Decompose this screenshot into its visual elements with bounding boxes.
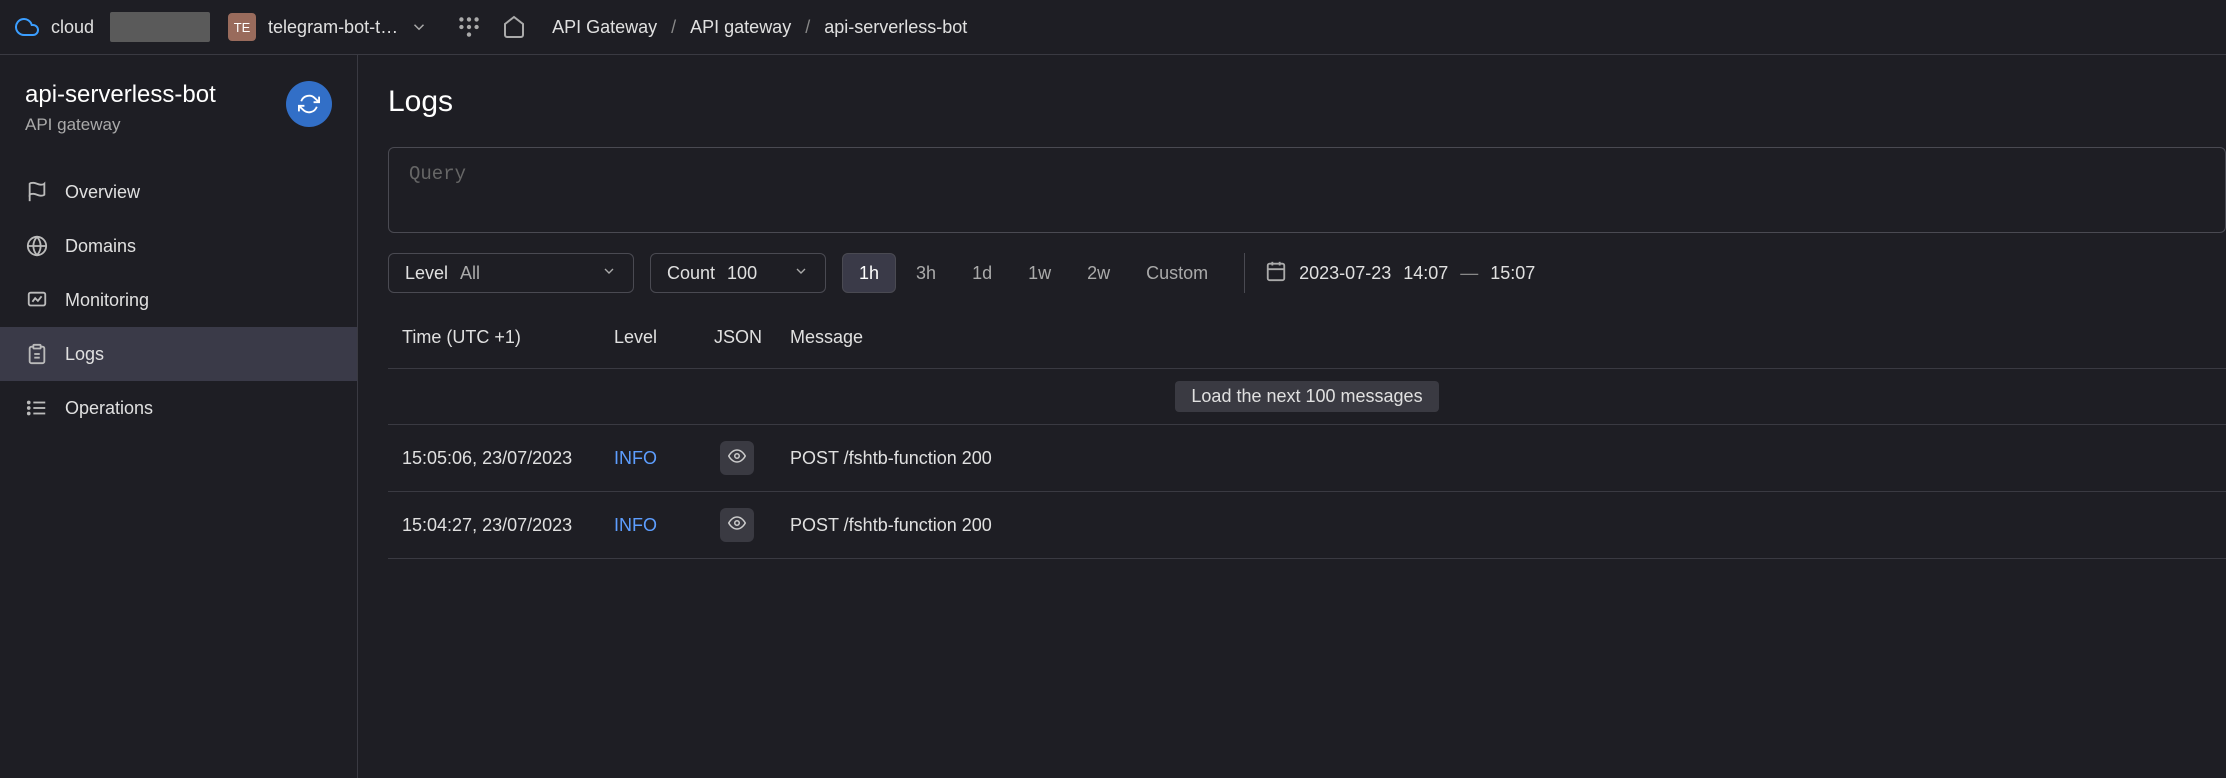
time-range-group: 1h 3h 1d 1w 2w Custom (842, 253, 1224, 293)
time-from: 14:07 (1403, 263, 1448, 284)
log-level: INFO (614, 515, 714, 536)
log-message: POST /fshtb-function 200 (790, 448, 2212, 469)
refresh-button[interactable] (286, 81, 332, 127)
clipboard-icon (25, 342, 49, 366)
col-level: Level (614, 327, 714, 348)
divider (1244, 253, 1245, 293)
sidebar-item-overview[interactable]: Overview (0, 165, 357, 219)
redacted-block (110, 12, 210, 42)
range-1w[interactable]: 1w (1012, 253, 1067, 293)
content: Logs Query Level All Count 100 1h 3h 1d … (358, 55, 2226, 778)
sidebar-item-monitoring[interactable]: Monitoring (0, 273, 357, 327)
page-title: Logs (388, 85, 2226, 119)
breadcrumb: API Gateway / API gateway / api-serverle… (552, 17, 967, 38)
count-value: 100 (727, 263, 757, 284)
chevron-down-icon (601, 263, 617, 284)
breadcrumb-item-1[interactable]: API gateway (690, 17, 791, 38)
calendar-icon (1265, 260, 1287, 287)
list-icon (25, 396, 49, 420)
range-3h[interactable]: 3h (900, 253, 952, 293)
log-json-cell (714, 508, 790, 542)
sidebar-item-operations[interactable]: Operations (0, 381, 357, 435)
globe-icon (25, 234, 49, 258)
time-to: 15:07 (1490, 263, 1535, 284)
log-row[interactable]: 15:05:06, 23/07/2023 INFO POST /fshtb-fu… (388, 425, 2226, 492)
load-more-button[interactable]: Load the next 100 messages (1175, 381, 1438, 412)
range-1h[interactable]: 1h (842, 253, 896, 293)
level-label: Level (405, 263, 448, 284)
json-view-button[interactable] (720, 441, 754, 475)
json-view-button[interactable] (720, 508, 754, 542)
level-select[interactable]: Level All (388, 253, 634, 293)
sidebar-item-label: Domains (65, 236, 136, 257)
log-time: 15:04:27, 23/07/2023 (402, 515, 614, 536)
range-2w[interactable]: 2w (1071, 253, 1126, 293)
monitor-icon (25, 288, 49, 312)
sidebar-item-label: Overview (65, 182, 140, 203)
load-more-row: Load the next 100 messages (388, 369, 2226, 425)
sidebar-title: api-serverless-bot (25, 81, 216, 109)
top-bar: cloud TE telegram-bot-t… API Gateway / A… (0, 0, 2226, 55)
sidebar-item-label: Logs (65, 344, 104, 365)
breadcrumb-sep: / (805, 17, 810, 38)
eye-icon (728, 514, 746, 537)
date-range-picker[interactable]: 2023-07-23 14:07 — 15:07 (1265, 260, 1535, 287)
dash: — (1460, 263, 1478, 284)
range-custom[interactable]: Custom (1130, 253, 1224, 293)
services-icon[interactable] (456, 14, 482, 40)
col-time: Time (UTC +1) (402, 327, 614, 348)
project-chevron-icon[interactable] (410, 18, 428, 36)
eye-icon (728, 447, 746, 470)
sidebar: api-serverless-bot API gateway Overview … (0, 55, 358, 778)
breadcrumb-item-0[interactable]: API Gateway (552, 17, 657, 38)
home-icon[interactable] (502, 15, 526, 39)
query-input[interactable]: Query (388, 147, 2226, 233)
level-value: All (460, 263, 480, 284)
col-json: JSON (714, 327, 790, 348)
flag-icon (25, 180, 49, 204)
project-name[interactable]: telegram-bot-t… (268, 17, 398, 38)
log-message: POST /fshtb-function 200 (790, 515, 2212, 536)
breadcrumb-item-2[interactable]: api-serverless-bot (824, 17, 967, 38)
sidebar-subtitle: API gateway (25, 115, 216, 135)
count-label: Count (667, 263, 715, 284)
chevron-down-icon (793, 263, 809, 284)
sidebar-item-domains[interactable]: Domains (0, 219, 357, 273)
log-level: INFO (614, 448, 714, 469)
sidebar-item-label: Operations (65, 398, 153, 419)
col-message: Message (790, 327, 2212, 348)
cloud-label: cloud (51, 17, 94, 38)
filter-row: Level All Count 100 1h 3h 1d 1w 2w Custo… (388, 253, 2226, 293)
project-badge: TE (228, 13, 256, 41)
date-value: 2023-07-23 (1299, 263, 1391, 284)
table-header: Time (UTC +1) Level JSON Message (388, 307, 2226, 369)
log-time: 15:05:06, 23/07/2023 (402, 448, 614, 469)
count-select[interactable]: Count 100 (650, 253, 826, 293)
sidebar-item-label: Monitoring (65, 290, 149, 311)
log-json-cell (714, 441, 790, 475)
breadcrumb-sep: / (671, 17, 676, 38)
sidebar-item-logs[interactable]: Logs (0, 327, 357, 381)
log-row[interactable]: 15:04:27, 23/07/2023 INFO POST /fshtb-fu… (388, 492, 2226, 559)
cloud-icon (15, 15, 39, 39)
range-1d[interactable]: 1d (956, 253, 1008, 293)
